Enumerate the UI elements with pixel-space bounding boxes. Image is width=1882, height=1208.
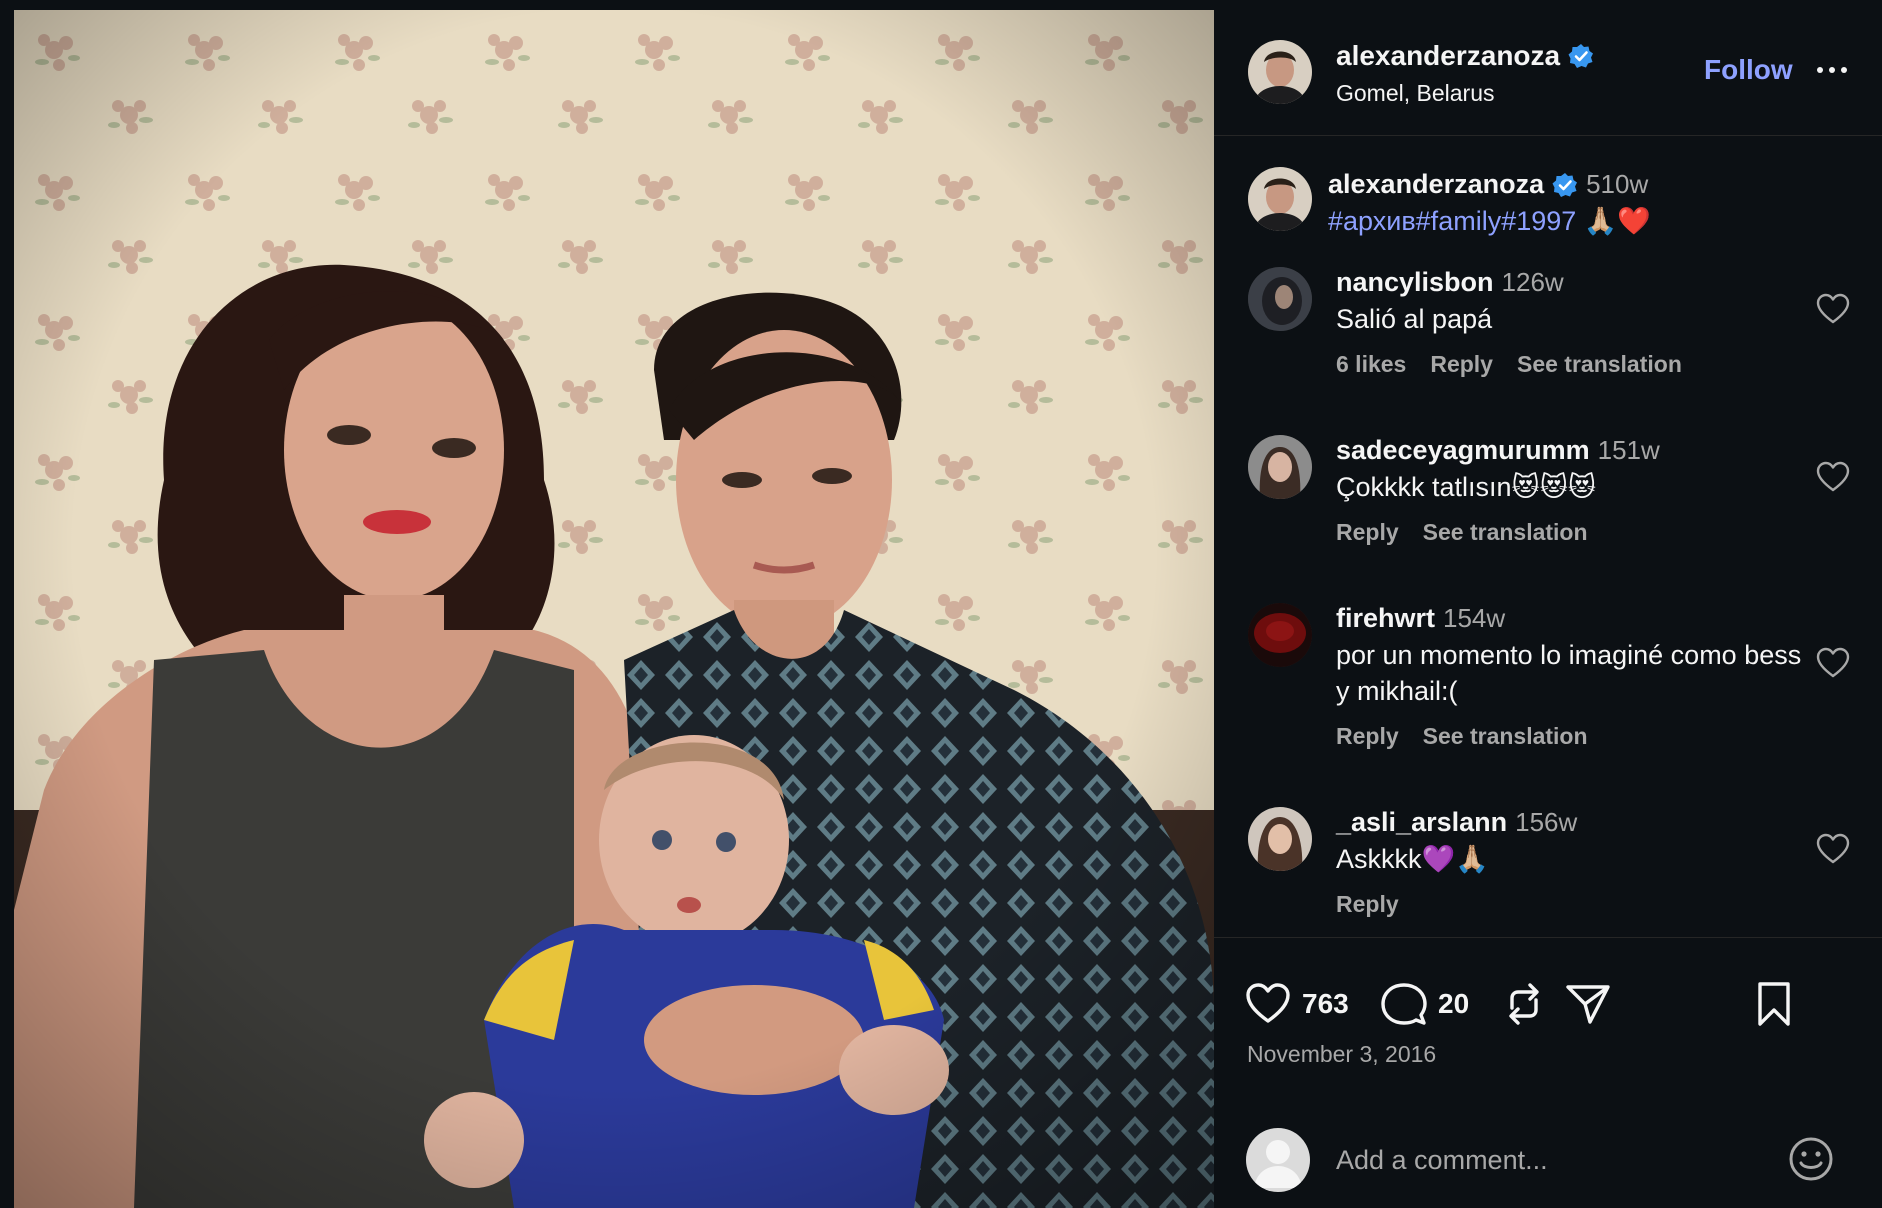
caption-username[interactable]: alexanderzanoza (1328, 169, 1544, 200)
caption-text: #архив#family#1997 🙏🏼❤️ (1328, 205, 1651, 237)
top-strip (0, 0, 1882, 10)
comment-count[interactable]: 20 (1438, 988, 1469, 1020)
current-user-avatar[interactable] (1246, 1128, 1310, 1192)
see-translation-button[interactable]: See translation (1423, 519, 1588, 546)
comment-username[interactable]: firehwrt (1336, 603, 1435, 634)
comment-text: Salió al papá (1336, 304, 1493, 334)
comment-input[interactable] (1336, 1138, 1756, 1182)
share-icon[interactable] (1564, 980, 1612, 1028)
family-photo-illustration (14, 10, 1214, 1208)
comment-text: por un momento lo imaginé como bess y mi… (1336, 640, 1802, 706)
comment-actions: Reply See translation (1336, 723, 1588, 750)
post-details-panel: alexanderzanoza Gomel, Belarus Follow al… (1214, 10, 1882, 1208)
verified-badge-icon (1552, 172, 1578, 197)
see-translation-button[interactable]: See translation (1517, 351, 1682, 378)
comment-action[interactable]: 20 (1380, 980, 1469, 1028)
commenter-avatar[interactable] (1248, 435, 1312, 499)
caption-age[interactable]: 510w (1586, 169, 1648, 200)
heart-icon[interactable] (1816, 647, 1850, 679)
comments-list[interactable]: alexanderzanoza 510w #архив#family#1997 … (1214, 137, 1882, 947)
comment-reply-button[interactable]: Reply (1336, 723, 1399, 750)
like-count[interactable]: 763 (1302, 988, 1349, 1020)
see-translation-button[interactable]: See translation (1423, 723, 1588, 750)
caption-header: alexanderzanoza 510w (1328, 169, 1648, 200)
comment-username[interactable]: _asli_arslann (1336, 807, 1507, 838)
heart-icon[interactable] (1816, 293, 1850, 325)
comment-actions: Reply See translation (1336, 519, 1588, 546)
comment-header: sadeceyagmurumm 151w (1336, 435, 1660, 466)
comment-actions: Reply (1336, 891, 1399, 918)
heart-icon[interactable] (1816, 833, 1850, 865)
comment-likes-link[interactable]: 6 likes (1336, 351, 1406, 378)
save-action[interactable] (1750, 980, 1798, 1028)
heart-icon[interactable] (1816, 461, 1850, 493)
commenter-avatar[interactable] (1248, 267, 1312, 331)
post-location[interactable]: Gomel, Belarus (1336, 80, 1495, 107)
follow-button[interactable]: Follow (1704, 54, 1793, 86)
commenter-avatar-image (1248, 435, 1312, 499)
post-photo[interactable] (14, 10, 1214, 1208)
author-avatar-image (1248, 40, 1312, 104)
post-header: alexanderzanoza Gomel, Belarus Follow (1214, 10, 1882, 136)
verified-badge-icon (1568, 44, 1594, 68)
repost-icon[interactable] (1500, 980, 1548, 1028)
comment-text: Askkkk💜🙏🏼 (1336, 844, 1489, 874)
comment-header: _asli_arslann 156w (1336, 807, 1577, 838)
author-avatar[interactable] (1248, 40, 1312, 104)
default-avatar-icon (1246, 1128, 1310, 1192)
repost-action[interactable] (1500, 980, 1548, 1028)
comment-actions: 6 likes Reply See translation (1336, 351, 1682, 378)
comment-age[interactable]: 156w (1515, 807, 1577, 838)
caption-author-avatar-image (1248, 167, 1312, 231)
comment-reply-button[interactable]: Reply (1430, 351, 1493, 378)
caption-author-avatar[interactable] (1248, 167, 1312, 231)
commenter-avatar-image (1248, 603, 1312, 667)
comment-username[interactable]: nancylisbon (1336, 267, 1494, 298)
share-action[interactable] (1564, 980, 1612, 1028)
post-footer: 763 20 November 3, 2016 Add a comment... (1214, 937, 1882, 1208)
comment-age[interactable]: 126w (1502, 267, 1564, 298)
comment-reply-button[interactable]: Reply (1336, 891, 1399, 918)
author-username-row: alexanderzanoza (1336, 40, 1594, 72)
post-date[interactable]: November 3, 2016 (1247, 1041, 1436, 1068)
comment-username[interactable]: sadeceyagmurumm (1336, 435, 1590, 466)
author-username[interactable]: alexanderzanoza (1336, 40, 1560, 72)
comment-header: firehwrt 154w (1336, 603, 1505, 634)
emoji-icon[interactable] (1786, 1134, 1836, 1184)
comment-text: Çokkkk tatlısın😻😻😻 (1336, 472, 1596, 502)
comment-age[interactable]: 151w (1598, 435, 1660, 466)
commenter-avatar[interactable] (1248, 603, 1312, 667)
comment-reply-button[interactable]: Reply (1336, 519, 1399, 546)
comment-age[interactable]: 154w (1443, 603, 1505, 634)
like-action[interactable]: 763 (1244, 980, 1349, 1028)
commenter-avatar[interactable] (1248, 807, 1312, 871)
add-comment-bar (1214, 1116, 1882, 1208)
caption-hashtags[interactable]: #архив#family#1997 (1328, 206, 1576, 236)
heart-icon[interactable] (1244, 980, 1292, 1028)
comment-icon[interactable] (1380, 980, 1428, 1028)
more-options-icon[interactable] (1812, 58, 1852, 82)
bookmark-icon[interactable] (1750, 980, 1798, 1028)
caption-emoji: 🙏🏼❤️ (1583, 206, 1652, 236)
comment-header: nancylisbon 126w (1336, 267, 1564, 298)
commenter-avatar-image (1248, 807, 1312, 871)
commenter-avatar-image (1248, 267, 1312, 331)
action-bar: 763 20 (1244, 980, 1854, 1030)
